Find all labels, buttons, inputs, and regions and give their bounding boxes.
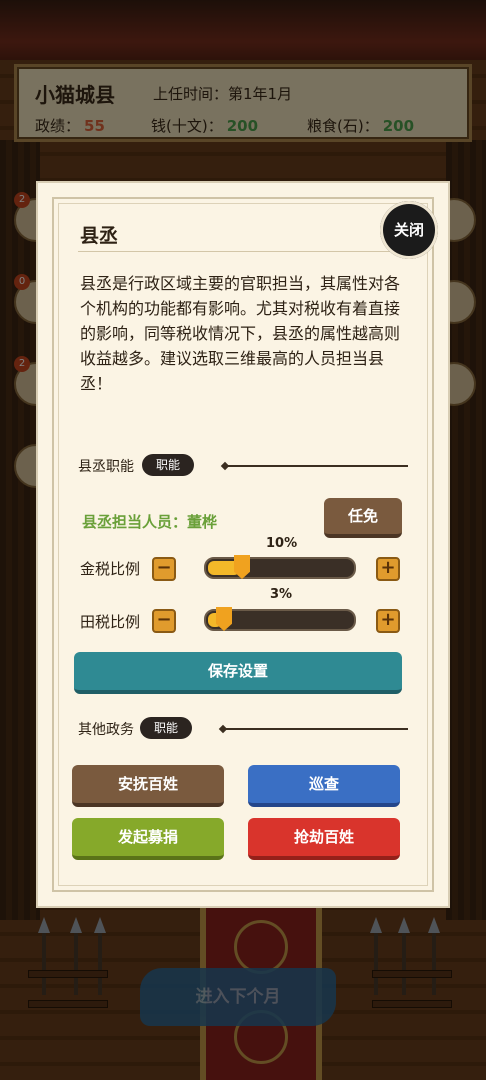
- section-tag: 职能: [140, 717, 193, 739]
- field-tax-thumb[interactable]: [216, 607, 232, 631]
- field-tax-slider[interactable]: [204, 607, 356, 631]
- dialog-description: 县丞是行政区域主要的官职担当，其属性对各个机构的功能都有影响。尤其对税收有着直接…: [80, 274, 401, 393]
- rob-people-button[interactable]: 抢劫百姓: [248, 818, 400, 860]
- field-tax-decrease-button[interactable]: −: [152, 609, 176, 633]
- gold-tax-percent: 10%: [266, 536, 298, 551]
- gold-tax-decrease-button[interactable]: −: [152, 557, 176, 581]
- close-button[interactable]: 关闭: [380, 201, 438, 259]
- patrol-button[interactable]: 巡查: [248, 765, 400, 807]
- pacify-people-button[interactable]: 安抚百姓: [72, 765, 224, 807]
- assigned-official: 县丞担当人员：董桦: [82, 513, 218, 531]
- field-tax-label: 田税比例: [80, 613, 141, 631]
- section-other-affairs: 其他政务 职能: [78, 717, 408, 741]
- field-tax-increase-button[interactable]: +: [376, 609, 400, 633]
- gold-tax-thumb[interactable]: [234, 555, 250, 579]
- divider-line: [224, 728, 408, 730]
- section-label: 其他政务: [78, 722, 134, 738]
- gold-tax-increase-button[interactable]: +: [376, 557, 400, 581]
- field-tax-percent: 3%: [270, 587, 293, 602]
- county-deputy-dialog: 县丞 关闭 县丞是行政区域主要的官职担当，其属性对各个机构的功能都有影响。尤其对…: [36, 181, 450, 908]
- dialog-title: 县丞: [80, 225, 119, 247]
- divider-line: [226, 465, 408, 467]
- gold-tax-label: 金税比例: [80, 560, 141, 578]
- gold-tax-slider[interactable]: [204, 555, 356, 579]
- section-label: 县丞职能: [78, 459, 134, 475]
- title-divider: [78, 251, 408, 252]
- section-tag: 职能: [142, 454, 195, 476]
- appoint-dismiss-button[interactable]: 任免: [324, 498, 402, 538]
- save-settings-button[interactable]: 保存设置: [74, 652, 402, 694]
- section-deputy-functions: 县丞职能 职能: [78, 454, 408, 478]
- start-fundraising-button[interactable]: 发起募捐: [72, 818, 224, 860]
